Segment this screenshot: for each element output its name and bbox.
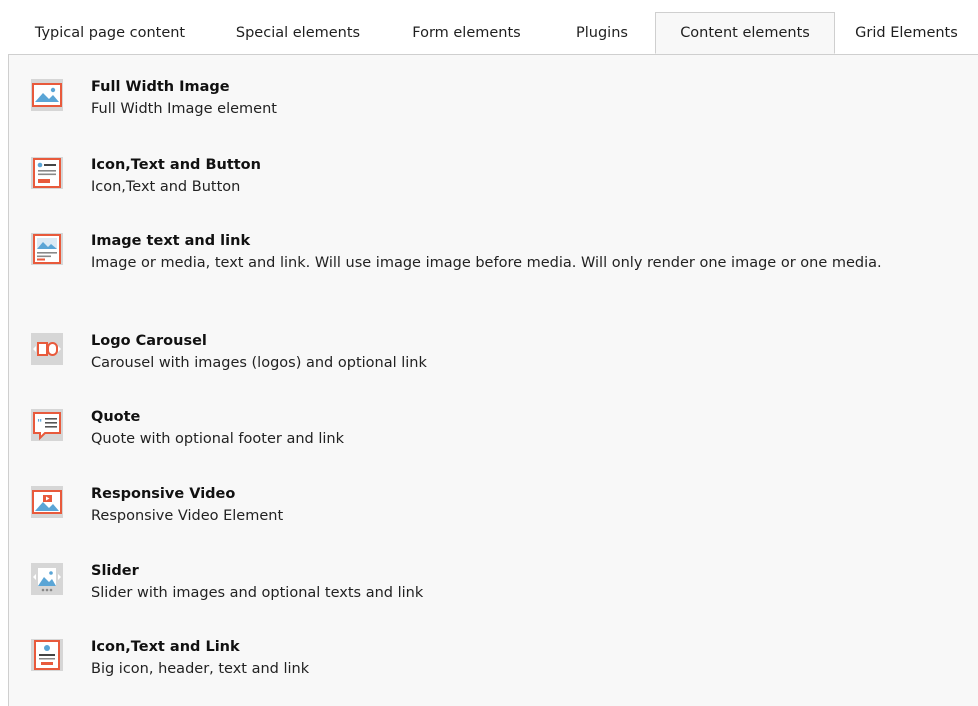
tab-content-elements[interactable]: Content elements [655, 12, 835, 54]
item-title: Responsive Video [91, 486, 236, 502]
tab-form-elements[interactable]: Form elements [384, 12, 549, 53]
item-title: Quote [91, 409, 141, 425]
svg-text:": " [37, 418, 42, 429]
tab-typical-page-content[interactable]: Typical page content [8, 12, 212, 53]
tab-special-elements[interactable]: Special elements [212, 12, 384, 53]
content-elements-panel: Full Width Image Full Width Image elemen… [8, 55, 978, 706]
tab-plugins[interactable]: Plugins [549, 12, 655, 53]
icon-text-button-icon [31, 157, 63, 189]
image-text-link-icon [31, 233, 63, 265]
icon-text-link-icon [31, 639, 63, 671]
item-title: Full Width Image [91, 79, 230, 95]
responsive-video-icon [31, 486, 63, 518]
full-width-image-icon [31, 79, 63, 111]
logo-carousel-icon [31, 333, 63, 365]
item-title: Icon,Text and Button [91, 157, 261, 173]
tab-grid-elements[interactable]: Grid Elements [835, 12, 978, 53]
item-description: Icon,Text and Button [91, 179, 241, 195]
item-description: Image or media, text and link. Will use … [91, 255, 882, 271]
item-title: Icon,Text and Link [91, 639, 240, 655]
item-description: Slider with images and optional texts an… [91, 585, 424, 601]
item-description: Big icon, header, text and link [91, 661, 310, 677]
item-description: Carousel with images (logos) and optiona… [91, 355, 427, 371]
item-title: Image text and link [91, 233, 251, 249]
item-description: Quote with optional footer and link [91, 431, 344, 447]
item-title: Logo Carousel [91, 333, 207, 349]
slider-icon [31, 563, 63, 595]
item-description: Responsive Video Element [91, 508, 284, 524]
item-description: Full Width Image element [91, 101, 277, 117]
tab-bar: Typical page content Special elements Fo… [8, 12, 978, 55]
item-title: Slider [91, 563, 139, 579]
quote-icon: " [31, 409, 63, 441]
